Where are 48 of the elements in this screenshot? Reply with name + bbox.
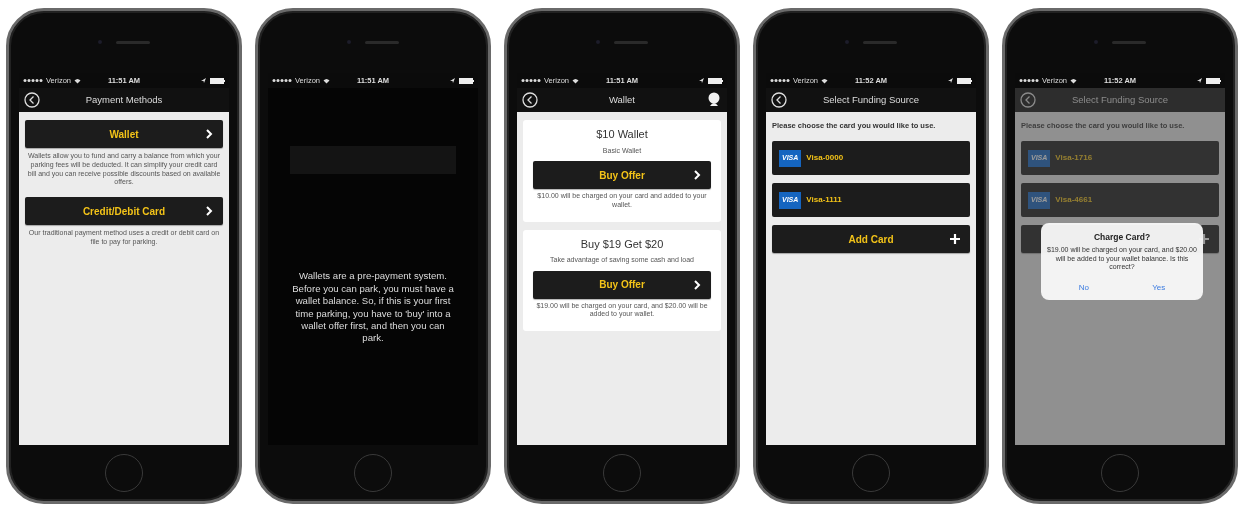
screen-title: Wallet: [608, 92, 635, 107]
chevron-right-icon: [693, 279, 701, 290]
card-name: Visa-1111: [806, 194, 842, 207]
location-arrow-icon: [450, 78, 455, 83]
menu-option[interactable]: Wallet: [25, 120, 223, 148]
location-arrow-icon: [699, 78, 704, 83]
buy-offer-button[interactable]: Buy Offer: [533, 161, 711, 189]
back-button[interactable]: [24, 92, 40, 108]
signal-icon: [770, 78, 790, 83]
intro-message: Wallets are a pre-payment system. Before you can park, you must have a wallet balance. So, if this is your first time parking, you have to 'buy' into a wallet offer first, and then you can park.: [291, 270, 455, 345]
wifi-icon: [323, 77, 331, 84]
add-card-button[interactable]: Add Card: [772, 225, 970, 254]
battery-icon: [957, 77, 972, 84]
chevron-right-icon: [205, 129, 213, 139]
screen-title: Select Funding Source: [822, 92, 920, 107]
wifi-icon: [74, 77, 82, 84]
location-arrow-icon: [1197, 78, 1202, 83]
signal-icon: [521, 78, 541, 83]
card-name: Visa-4661: [1055, 194, 1093, 207]
screen-title: Payment Methods: [85, 92, 163, 107]
battery-icon: [708, 77, 723, 84]
battery-icon: [459, 77, 474, 84]
location-arrow-icon: [948, 78, 953, 83]
screen-title: Select Funding Source: [1071, 92, 1169, 107]
wifi-icon: [572, 77, 580, 84]
wifi-icon: [1070, 77, 1078, 84]
dialog-button[interactable]: No: [1072, 282, 1095, 294]
signal-icon: [272, 78, 292, 83]
signal-icon: [1019, 78, 1039, 83]
card-name: Visa-1716: [1055, 152, 1093, 165]
chevron-right-icon: [693, 170, 701, 180]
back-button[interactable]: [771, 92, 787, 108]
dialog-button[interactable]: Yes: [1146, 282, 1172, 294]
dialog-title: Charge Card?: [1092, 231, 1152, 244]
chevron-right-icon: [205, 206, 213, 216]
buy-offer-button[interactable]: Buy Offer: [533, 270, 711, 299]
menu-option[interactable]: Credit/Debit Card: [25, 197, 223, 225]
offer-title: $10 Wallet: [596, 127, 648, 142]
location-arrow-icon: [201, 78, 206, 83]
battery-icon: [210, 77, 225, 84]
battery-icon: [1206, 77, 1221, 84]
card-name: Visa-0000: [806, 152, 844, 165]
back-button[interactable]: [522, 92, 538, 108]
offer-title: Buy $19 Get $20: [580, 236, 664, 252]
plus-icon: [950, 234, 960, 245]
wifi-icon: [821, 77, 829, 84]
profile-icon[interactable]: [707, 92, 721, 107]
signal-icon: [23, 78, 43, 83]
